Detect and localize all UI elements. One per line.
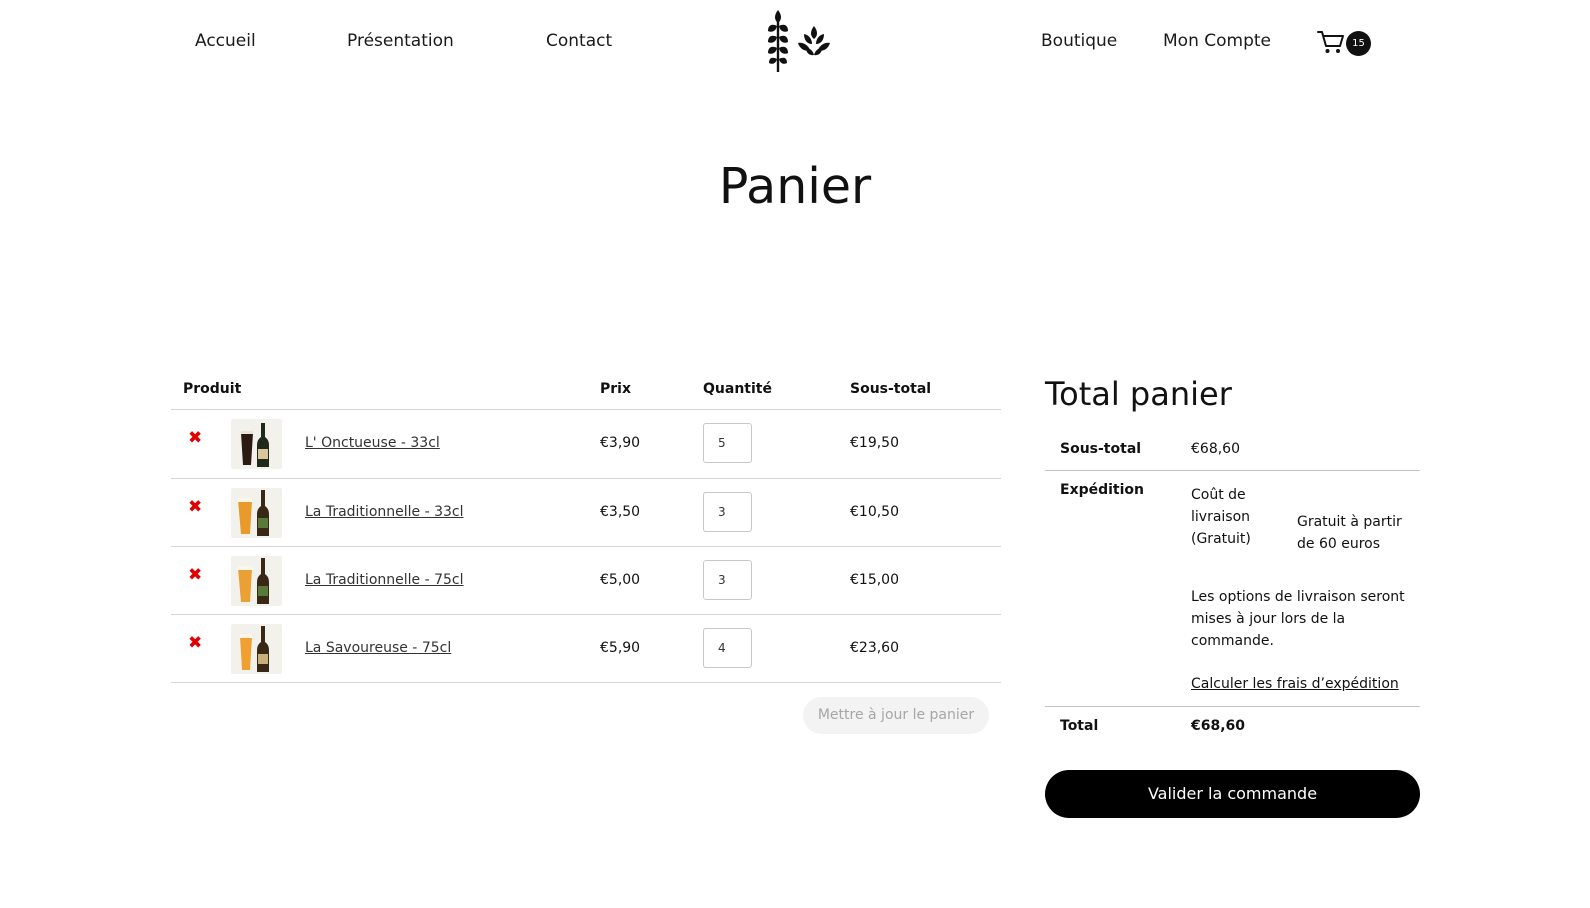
shipping-label: Expédition [1060,482,1145,498]
page-title: Panier [718,158,872,215]
nav-mon-compte[interactable]: Mon Compte [1163,31,1271,51]
quantity-input[interactable]: 5 [703,423,752,463]
item-price: €3,50 [600,504,641,520]
header-price: Prix [600,381,631,397]
divider [171,682,1001,683]
wheat-hop-logo[interactable] [762,8,836,74]
cart-item-row: ✖ La Traditionnelle - 75cl €5,00 3 €15,0… [171,547,1001,616]
quantity-input[interactable]: 4 [703,628,752,668]
header-subtotal: Sous-total [850,381,932,397]
quantity-input[interactable]: 3 [703,492,752,532]
shopping-cart-icon [1317,31,1344,53]
cart-item-row: ✖ L' Onctueuse - 33cl €3,90 5 €19,50 [171,410,1001,479]
subtotal-value: €68,60 [1191,441,1240,457]
nav-contact[interactable]: Contact [546,31,612,51]
checkout-button[interactable]: Valider la commande [1045,770,1420,818]
header-product: Produit [183,381,242,397]
shipping-info: Les options de livraison seront mises à … [1191,589,1405,649]
item-price: €5,00 [600,572,641,588]
remove-item-icon[interactable]: ✖ [188,567,202,584]
header-quantity: Quantité [703,381,772,397]
product-link[interactable]: La Traditionnelle - 33cl [305,504,463,520]
total-label: Total [1060,718,1099,734]
remove-item-icon[interactable]: ✖ [188,499,202,516]
shipping-method: Coût de livraison (Gratuit) [1191,487,1251,547]
product-link[interactable]: La Savoureuse - 75cl [305,640,451,656]
product-thumbnail[interactable] [231,556,282,606]
remove-item-icon[interactable]: ✖ [188,635,202,652]
divider [1045,706,1420,707]
item-price: €5,90 [600,640,641,656]
product-link[interactable]: L' Onctueuse - 33cl [305,435,440,451]
item-subtotal: €23,60 [850,640,899,656]
product-thumbnail[interactable] [231,419,282,469]
shipping-note: Gratuit à partir de 60 euros [1297,514,1402,552]
nav-presentation[interactable]: Présentation [347,31,454,51]
cart-item-row: ✖ La Traditionnelle - 33cl €3,50 3 €10,5… [171,479,1001,548]
item-subtotal: €10,50 [850,504,899,520]
cart-item-row: ✖ La Savoureuse - 75cl €5,90 4 €23,60 [171,615,1001,684]
quantity-input[interactable]: 3 [703,560,752,600]
product-thumbnail[interactable] [231,624,282,674]
nav-accueil[interactable]: Accueil [195,31,256,51]
product-link[interactable]: La Traditionnelle - 75cl [305,572,463,588]
subtotal-label: Sous-total [1060,441,1142,457]
update-cart-button[interactable]: Mettre à jour le panier [803,697,989,734]
divider [1045,470,1420,471]
total-value: €68,60 [1191,718,1246,734]
item-subtotal: €15,00 [850,572,899,588]
cart-link[interactable]: 15 [1317,28,1379,60]
product-thumbnail[interactable] [231,488,282,538]
remove-item-icon[interactable]: ✖ [188,430,202,447]
item-subtotal: €19,50 [850,435,899,451]
cart-count-badge: 15 [1346,31,1371,56]
item-price: €3,90 [600,435,641,451]
nav-boutique[interactable]: Boutique [1041,31,1117,51]
calculate-shipping-link[interactable]: Calculer les frais d’expédition [1191,676,1399,692]
totals-title: Total panier [1045,375,1232,413]
